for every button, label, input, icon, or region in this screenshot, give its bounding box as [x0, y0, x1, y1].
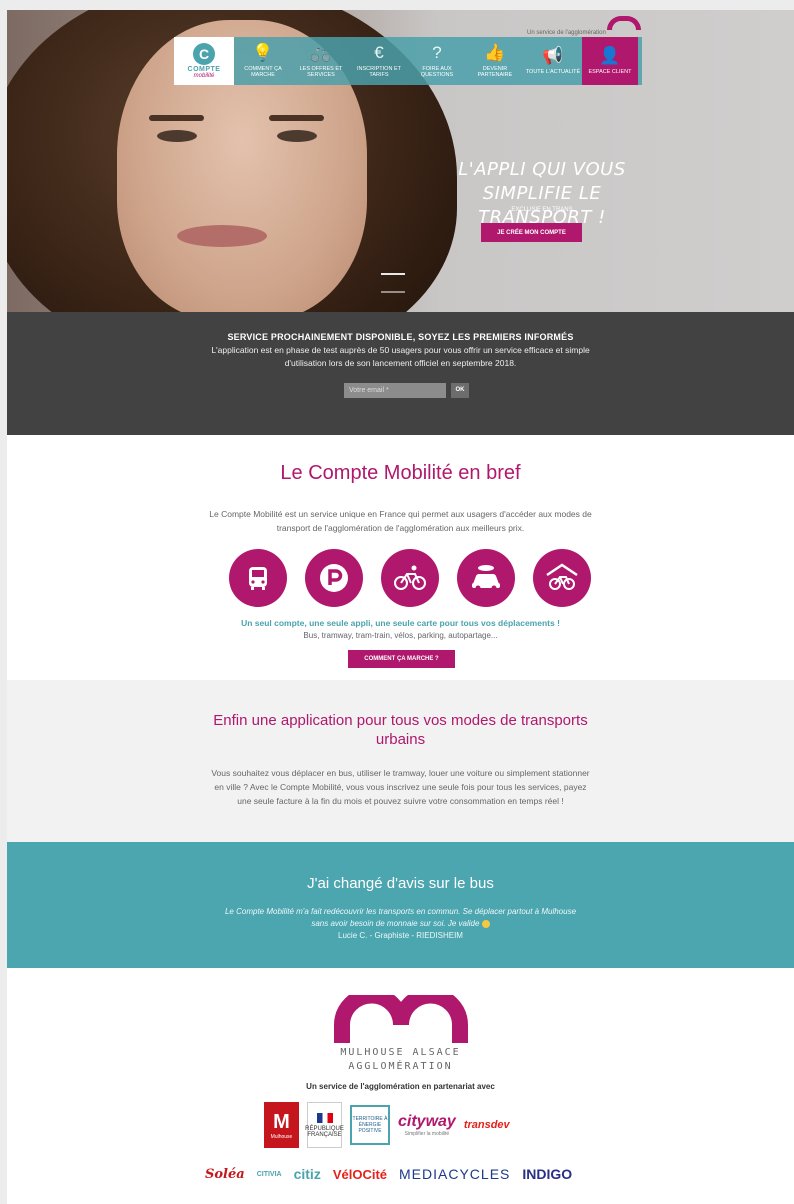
partners-row-2: Soléa CITIVIA citiz VélOCité MEDIACYCLES… [205, 1166, 572, 1182]
email-input[interactable]: Votre email * [344, 383, 446, 398]
user-icon: 👤 [599, 45, 621, 65]
solea-logo[interactable]: Soléa [205, 1167, 245, 1182]
transdev-logo[interactable]: transdev [464, 1119, 510, 1131]
nav-actualite[interactable]: 📢 TOUTE L'ACTUALITÉ [524, 37, 582, 85]
bicycle-icon [381, 549, 439, 607]
testimonial-title: J'ai changé d'avis sur le bus [307, 875, 494, 892]
org-name: MULHOUSE ALSACE AGGLOMÉRATION [340, 1047, 461, 1072]
smiley-icon [481, 919, 490, 928]
create-account-button[interactable]: JE CRÉE MON COMPTE [481, 223, 582, 242]
logo-c-icon: C [193, 43, 215, 65]
mulhouse-logo[interactable]: M Mulhouse [264, 1102, 299, 1148]
thumbs-up-icon: 👍 [484, 42, 506, 62]
ok-button[interactable]: OK [451, 383, 469, 398]
hero-tagline: L'APPLI QUI VOUS SIMPLIFIE LE TRANSPORT … [458, 159, 626, 228]
testimonial-author: Lucie C. - Graphiste - RIEDISHEIM [338, 931, 463, 940]
nav-inscription-tarifs[interactable]: € INSCRIPTION ET TARIFS [350, 37, 408, 85]
bref-highlight: Un seul compte, une seule appli, une seu… [241, 618, 560, 628]
partners-row-1: M Mulhouse RÉPUBLIQUE FRANÇAISE TERRITOI… [264, 1102, 510, 1148]
app-text: Vous souhaitez vous déplacer en bus, uti… [211, 768, 590, 806]
footer: MULHOUSE ALSACE AGGLOMÉRATION Un service… [7, 968, 794, 1204]
how-it-works-button[interactable]: COMMENT ÇA MARCHE ? [348, 650, 455, 668]
question-icon: ? [432, 42, 442, 62]
nav-faq[interactable]: ? FOIRE AUX QUESTIONS [408, 37, 466, 85]
territoire-energie-logo[interactable]: TERRITOIRE À ÉNERGIE POSITIVE [350, 1105, 390, 1145]
bike-shelter-icon [533, 549, 591, 607]
bref-modes: Bus, tramway, tram-train, vélos, parking… [303, 631, 498, 640]
partner-text: Un service de l'agglomération en partena… [306, 1082, 495, 1091]
mulhouse-agglomeration-logo-icon[interactable] [334, 995, 468, 1043]
lightbulb-icon: 💡 [252, 42, 274, 62]
hero-section: Un service de l'agglomération C COMPTE m… [7, 10, 794, 312]
top-service-text: Un service de l'agglomération [527, 30, 606, 36]
mediacycles-logo[interactable]: MEDIACYCLES [399, 1166, 510, 1182]
app-title: Enfin une application pour tous vos mode… [213, 712, 588, 748]
transport-icons [229, 549, 591, 607]
nav-espace-client[interactable]: 👤 ESPACE CLIENT [582, 37, 638, 85]
testimonial-section: J'ai changé d'avis sur le bus Le Compte … [7, 842, 794, 968]
newsletter-text: L'application est en phase de test auprè… [211, 345, 590, 368]
nav-offres-services[interactable]: 🚲 LES OFFRES ET SERVICES [292, 37, 350, 85]
hero-tagline-sub: EXCLUSIF EN TRANS [511, 207, 573, 213]
nav-devenir-partenaire[interactable]: 👍 DEVENIR PARTENAIRE [466, 37, 524, 85]
euro-icon: € [374, 42, 384, 62]
agglomeration-logo-icon[interactable] [607, 16, 641, 30]
velocite-logo[interactable]: VélOCité [333, 1167, 387, 1182]
indigo-logo[interactable]: INDIGO [522, 1166, 572, 1182]
newsletter-title: SERVICE PROCHAINEMENT DISPONIBLE, SOYEZ … [227, 332, 574, 342]
citiz-logo[interactable]: citiz [294, 1166, 321, 1182]
cityway-logo[interactable]: cityway Simplifier la mobilité [398, 1113, 456, 1137]
compte-mobilite-logo[interactable]: C COMPTE mobilité [174, 37, 234, 85]
republique-francaise-logo[interactable]: RÉPUBLIQUE FRANÇAISE [305, 1102, 344, 1148]
megaphone-icon: 📢 [542, 45, 564, 65]
newsletter-form: Votre email * OK [344, 383, 469, 398]
newsletter-section: SERVICE PROCHAINEMENT DISPONIBLE, SOYEZ … [7, 312, 794, 435]
page: Un service de l'agglomération C COMPTE m… [7, 10, 794, 1204]
french-flag-icon [316, 1112, 333, 1123]
bicycle-icon: 🚲 [310, 42, 332, 62]
hero-slider-indicator[interactable] [381, 262, 436, 293]
nav-comment-ca-marche[interactable]: 💡 COMMENT ÇA MARCHE [234, 37, 292, 85]
parking-icon [305, 549, 363, 607]
bref-title: Le Compte Mobilité en bref [280, 462, 521, 484]
main-nav: C COMPTE mobilité 💡 COMMENT ÇA MARCHE 🚲 … [174, 37, 642, 85]
bref-section: Le Compte Mobilité en bref Le Compte Mob… [7, 435, 794, 680]
citivia-logo[interactable]: CITIVIA [257, 1171, 282, 1178]
testimonial-quote: Le Compte Mobilité m'a fait redécouvrir … [224, 907, 577, 928]
bref-text: Le Compte Mobilité est un service unique… [209, 509, 592, 533]
app-section: Enfin une application pour tous vos mode… [7, 680, 794, 842]
bus-icon [229, 549, 287, 607]
car-sharing-icon [457, 549, 515, 607]
